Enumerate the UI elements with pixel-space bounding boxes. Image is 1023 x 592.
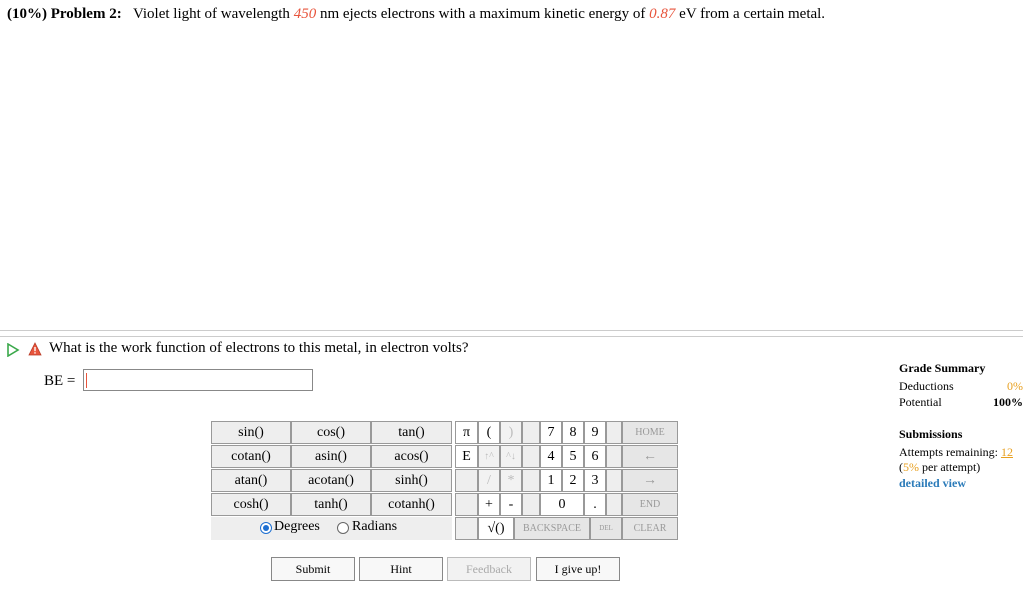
home-button[interactable]: HOME	[622, 421, 678, 444]
keypad-spacer-7	[606, 469, 622, 492]
attempts-value: 12	[1000, 445, 1013, 459]
answer-label: BE =	[44, 373, 76, 389]
delete-button[interactable]: DEL	[590, 517, 622, 540]
open-paren-button[interactable]: (	[478, 421, 500, 444]
divide-button[interactable]: /	[478, 469, 500, 492]
divider-top	[0, 330, 1023, 331]
acos-button[interactable]: acos()	[371, 445, 452, 468]
digit-8-button[interactable]: 8	[562, 421, 584, 444]
feedback-button[interactable]: Feedback	[447, 557, 531, 581]
digit-2-button[interactable]: 2	[562, 469, 584, 492]
close-paren-button[interactable]: )	[500, 421, 522, 444]
per-attempt-percent: 5%	[903, 460, 919, 474]
keypad-spacer-8	[455, 493, 478, 516]
tanh-button[interactable]: tanh()	[291, 493, 371, 516]
atan-button[interactable]: atan()	[211, 469, 291, 492]
give-up-button[interactable]: I give up!	[536, 557, 620, 581]
potential-label: Potential	[899, 395, 942, 409]
question-text: What is the work function of electrons t…	[49, 340, 469, 356]
divider-bottom	[0, 336, 1023, 337]
tan-button[interactable]: tan()	[371, 421, 452, 444]
digit-7-button[interactable]: 7	[540, 421, 562, 444]
keypad-spacer-10	[606, 493, 622, 516]
cotanh-button[interactable]: cotanh()	[371, 493, 452, 516]
submit-button[interactable]: Submit	[271, 557, 355, 581]
energy-value: 0.87	[649, 6, 676, 22]
attempts-label: Attempts remaining:	[899, 445, 998, 459]
warning-icon	[28, 342, 42, 356]
radians-radio[interactable]	[337, 522, 349, 534]
left-arrow-button[interactable]: ←	[622, 445, 678, 468]
cosh-button[interactable]: cosh()	[211, 493, 291, 516]
digit-5-button[interactable]: 5	[562, 445, 584, 468]
digit-6-button[interactable]: 6	[584, 445, 606, 468]
digit-4-button[interactable]: 4	[540, 445, 562, 468]
digit-1-button[interactable]: 1	[540, 469, 562, 492]
degrees-radio[interactable]	[260, 522, 272, 534]
sin-button[interactable]: sin()	[211, 421, 291, 444]
down-arrow-button[interactable]: ^↓	[500, 445, 522, 468]
keypad-spacer-6	[522, 469, 540, 492]
problem-text-2: nm ejects electrons with a maximum kinet…	[316, 6, 650, 22]
digit-3-button[interactable]: 3	[584, 469, 606, 492]
digit-9-button[interactable]: 9	[584, 421, 606, 444]
answer-input[interactable]	[83, 369, 313, 391]
hint-button[interactable]: Hint	[359, 557, 443, 581]
problem-statement: (10%) Problem 2: Violet light of wavelen…	[7, 6, 825, 23]
cos-button[interactable]: cos()	[291, 421, 371, 444]
minus-button[interactable]: -	[500, 493, 522, 516]
keypad-spacer-3	[522, 445, 540, 468]
keypad-spacer-1	[522, 421, 540, 444]
potential-value: 100%	[993, 395, 1023, 409]
text-caret	[86, 373, 87, 388]
sinh-button[interactable]: sinh()	[371, 469, 452, 492]
pi-button[interactable]: π	[455, 421, 478, 444]
dot-button[interactable]: .	[584, 493, 606, 516]
up-arrow-button[interactable]: ↑^	[478, 445, 500, 468]
per-attempt-deduction: (5% per attempt)	[899, 460, 980, 475]
acotan-button[interactable]: acotan()	[291, 469, 371, 492]
problem-number: (10%) Problem 2:	[7, 6, 122, 22]
submissions-title: Submissions	[899, 427, 963, 441]
problem-text-1: Violet light of wavelength	[132, 6, 294, 22]
deductions-label: Deductions	[899, 379, 954, 393]
digit-0-button[interactable]: 0	[540, 493, 584, 516]
sqrt-button[interactable]: √()	[478, 517, 514, 540]
keypad-spacer-5	[455, 469, 478, 492]
degrees-label: Degrees	[274, 519, 320, 534]
play-icon[interactable]	[6, 343, 20, 357]
deductions-value: 0%	[1007, 379, 1023, 393]
detailed-view-link[interactable]: detailed view	[899, 476, 966, 491]
e-button[interactable]: E	[455, 445, 478, 468]
clear-button[interactable]: CLEAR	[622, 517, 678, 540]
per-attempt-text: per attempt)	[919, 460, 981, 474]
cotan-button[interactable]: cotan()	[211, 445, 291, 468]
backspace-button[interactable]: BACKSPACE	[514, 517, 590, 540]
grade-summary-title: Grade Summary	[899, 361, 986, 375]
multiply-button[interactable]: *	[500, 469, 522, 492]
keypad-spacer-4	[606, 445, 622, 468]
radians-label: Radians	[352, 519, 398, 534]
angle-mode-selector: Degrees Radians	[211, 517, 452, 540]
plus-button[interactable]: +	[478, 493, 500, 516]
end-button[interactable]: END	[622, 493, 678, 516]
keypad-spacer-11	[455, 517, 478, 540]
keypad-spacer-2	[606, 421, 622, 444]
asin-button[interactable]: asin()	[291, 445, 371, 468]
problem-text-3: eV from a certain metal.	[675, 6, 826, 22]
attempts-remaining: Attempts remaining: 12	[899, 445, 1013, 460]
keypad-spacer-9	[522, 493, 540, 516]
right-arrow-button[interactable]: →	[622, 469, 678, 492]
wavelength-value: 450	[293, 6, 317, 22]
